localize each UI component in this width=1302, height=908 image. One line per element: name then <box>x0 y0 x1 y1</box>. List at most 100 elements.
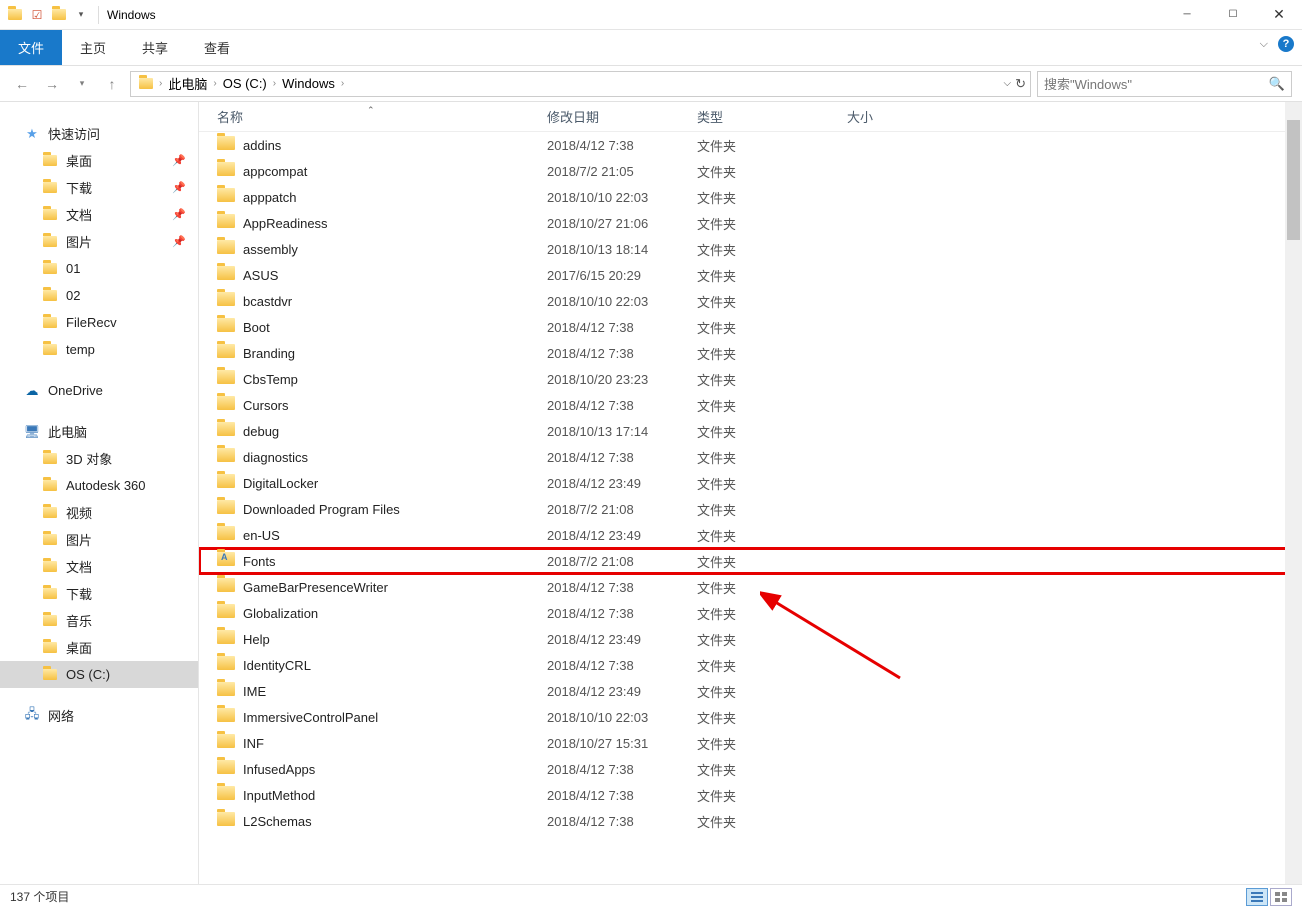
close-button[interactable]: ✕ <box>1256 0 1302 30</box>
folder-icon <box>217 474 235 492</box>
chevron-right-icon[interactable]: › <box>271 78 278 89</box>
address-dropdown-icon[interactable]: ⌵ <box>1004 78 1012 89</box>
tab-view[interactable]: 查看 <box>186 30 248 65</box>
recent-dropdown-icon[interactable]: ▾ <box>70 72 94 96</box>
file-row[interactable]: ImmersiveControlPanel2018/10/10 22:03文件夹 <box>199 704 1302 730</box>
chevron-right-icon[interactable]: › <box>211 78 218 89</box>
sidebar-item-pc[interactable]: 文档 <box>0 553 198 580</box>
file-row[interactable]: assembly2018/10/13 18:14文件夹 <box>199 236 1302 262</box>
maximize-button[interactable]: ☐ <box>1210 0 1256 30</box>
chevron-right-icon[interactable]: › <box>157 78 164 89</box>
file-name: assembly <box>243 242 547 257</box>
file-row[interactable]: diagnostics2018/4/12 7:38文件夹 <box>199 444 1302 470</box>
file-row[interactable]: apppatch2018/10/10 22:03文件夹 <box>199 184 1302 210</box>
file-row[interactable]: Fonts2018/7/2 21:08文件夹 <box>199 548 1302 574</box>
help-icon[interactable]: ? <box>1278 36 1294 52</box>
sidebar-item-pc[interactable]: 视频 <box>0 499 198 526</box>
item-count: 137 个项目 <box>10 888 69 905</box>
folder-icon <box>217 526 235 544</box>
back-button[interactable]: ← <box>10 72 34 96</box>
file-row[interactable]: Help2018/4/12 23:49文件夹 <box>199 626 1302 652</box>
file-type: 文件夹 <box>697 136 847 155</box>
file-date: 2018/4/12 7:38 <box>547 814 697 829</box>
search-icon[interactable]: 🔍 <box>1269 76 1285 92</box>
crumb-folder[interactable]: Windows <box>278 72 339 96</box>
file-name: bcastdvr <box>243 294 547 309</box>
folder-icon <box>217 370 235 388</box>
folder-icon <box>42 640 58 656</box>
file-row[interactable]: addins2018/4/12 7:38文件夹 <box>199 132 1302 158</box>
qat-dropdown-icon[interactable]: ▾ <box>70 4 92 26</box>
sidebar-item-quick[interactable]: 图片📌 <box>0 228 198 255</box>
scrollbar-thumb[interactable] <box>1287 120 1300 240</box>
col-type[interactable]: 类型 <box>697 107 847 126</box>
file-row[interactable]: Downloaded Program Files2018/7/2 21:08文件… <box>199 496 1302 522</box>
tab-home[interactable]: 主页 <box>62 30 124 65</box>
sidebar-item-quick[interactable]: 01 <box>0 255 198 282</box>
file-date: 2018/4/12 7:38 <box>547 320 697 335</box>
drive-icon <box>135 72 157 96</box>
col-date[interactable]: 修改日期 <box>547 107 697 126</box>
file-row[interactable]: Branding2018/4/12 7:38文件夹 <box>199 340 1302 366</box>
sidebar-item-pc[interactable]: Autodesk 360 <box>0 472 198 499</box>
sidebar-item-pc[interactable]: 图片 <box>0 526 198 553</box>
file-row[interactable]: Boot2018/4/12 7:38文件夹 <box>199 314 1302 340</box>
file-row[interactable]: DigitalLocker2018/4/12 23:49文件夹 <box>199 470 1302 496</box>
file-row[interactable]: debug2018/10/13 17:14文件夹 <box>199 418 1302 444</box>
col-size[interactable]: 大小 <box>847 107 947 126</box>
tab-file[interactable]: 文件 <box>0 30 62 65</box>
file-row[interactable]: InfusedApps2018/4/12 7:38文件夹 <box>199 756 1302 782</box>
address-box[interactable]: › 此电脑 › OS (C:) › Windows › ⌵ ↻ <box>130 71 1031 97</box>
crumb-drive[interactable]: OS (C:) <box>219 72 271 96</box>
sidebar-item-pc[interactable]: OS (C:) <box>0 661 198 688</box>
folder-icon <box>42 180 58 196</box>
nav-network[interactable]: 🖧 网络 <box>0 702 198 729</box>
vertical-scrollbar[interactable] <box>1285 102 1302 884</box>
sidebar-item-pc[interactable]: 3D 对象 <box>0 445 198 472</box>
folder-icon <box>217 734 235 752</box>
file-row[interactable]: InputMethod2018/4/12 7:38文件夹 <box>199 782 1302 808</box>
folder-icon <box>217 162 235 180</box>
qat-newfolder-icon[interactable] <box>48 4 70 26</box>
sidebar-item-quick[interactable]: 桌面📌 <box>0 147 198 174</box>
nav-this-pc[interactable]: 🖥 此电脑 <box>0 418 198 445</box>
file-row[interactable]: INF2018/10/27 15:31文件夹 <box>199 730 1302 756</box>
file-row[interactable]: Cursors2018/4/12 7:38文件夹 <box>199 392 1302 418</box>
sidebar-item-quick[interactable]: FileRecv <box>0 309 198 336</box>
search-input[interactable]: 搜索"Windows" 🔍 <box>1037 71 1292 97</box>
file-row[interactable]: L2Schemas2018/4/12 7:38文件夹 <box>199 808 1302 834</box>
file-row[interactable]: GameBarPresenceWriter2018/4/12 7:38文件夹 <box>199 574 1302 600</box>
chevron-right-icon[interactable]: › <box>339 78 346 89</box>
tab-share[interactable]: 共享 <box>124 30 186 65</box>
sidebar-item-pc[interactable]: 桌面 <box>0 634 198 661</box>
sidebar-item-quick[interactable]: 02 <box>0 282 198 309</box>
file-row[interactable]: AppReadiness2018/10/27 21:06文件夹 <box>199 210 1302 236</box>
file-row[interactable]: bcastdvr2018/10/10 22:03文件夹 <box>199 288 1302 314</box>
refresh-icon[interactable]: ↻ <box>1015 76 1026 92</box>
crumb-this-pc[interactable]: 此电脑 <box>164 72 211 96</box>
sidebar-item-pc[interactable]: 下载 <box>0 580 198 607</box>
view-details-button[interactable] <box>1246 888 1268 906</box>
file-rows[interactable]: addins2018/4/12 7:38文件夹appcompat2018/7/2… <box>199 132 1302 884</box>
file-row[interactable]: appcompat2018/7/2 21:05文件夹 <box>199 158 1302 184</box>
file-row[interactable]: Globalization2018/4/12 7:38文件夹 <box>199 600 1302 626</box>
sidebar-item-quick[interactable]: 下载📌 <box>0 174 198 201</box>
sidebar-item-quick[interactable]: temp <box>0 336 198 363</box>
file-row[interactable]: ASUS2017/6/15 20:29文件夹 <box>199 262 1302 288</box>
view-large-icons-button[interactable] <box>1270 888 1292 906</box>
minimize-button[interactable]: ─ <box>1164 0 1210 30</box>
sidebar-item-pc[interactable]: 音乐 <box>0 607 198 634</box>
up-button[interactable]: ↑ <box>100 72 124 96</box>
nav-quick-access[interactable]: ★ 快速访问 <box>0 120 198 147</box>
sidebar-item-quick[interactable]: 文档📌 <box>0 201 198 228</box>
qat-properties-icon[interactable]: ☑ <box>26 4 48 26</box>
forward-button[interactable]: → <box>40 72 64 96</box>
nav-onedrive[interactable]: ☁ OneDrive <box>0 377 198 404</box>
file-row[interactable]: IME2018/4/12 23:49文件夹 <box>199 678 1302 704</box>
file-row[interactable]: en-US2018/4/12 23:49文件夹 <box>199 522 1302 548</box>
col-name[interactable]: 名称 ⌃ <box>217 107 547 126</box>
file-row[interactable]: IdentityCRL2018/4/12 7:38文件夹 <box>199 652 1302 678</box>
file-row[interactable]: CbsTemp2018/10/20 23:23文件夹 <box>199 366 1302 392</box>
file-date: 2018/4/12 7:38 <box>547 606 697 621</box>
ribbon-collapse-icon[interactable]: ⌵ <box>1260 38 1268 51</box>
